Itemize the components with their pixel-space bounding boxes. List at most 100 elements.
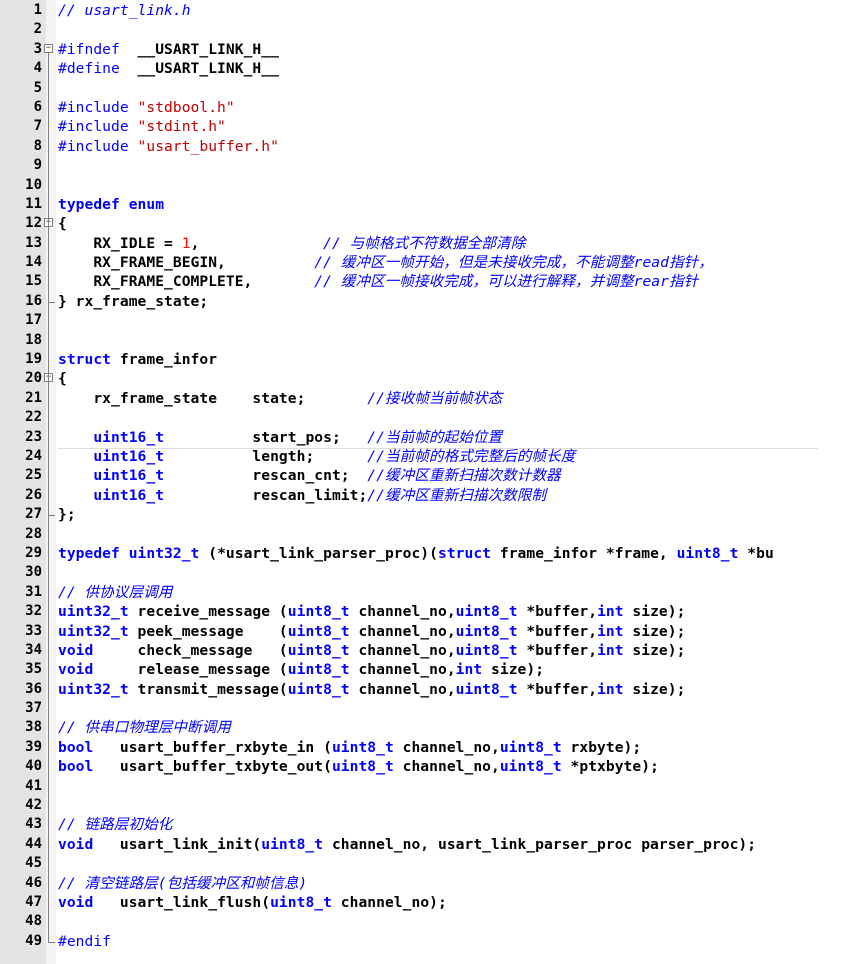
code-token: check_message ( bbox=[93, 641, 288, 659]
code-line[interactable]: 22 bbox=[0, 408, 865, 427]
code-line[interactable]: 28 bbox=[0, 525, 865, 544]
code-token: void bbox=[58, 641, 94, 659]
code-token: channel_no, bbox=[349, 603, 456, 621]
fold-end-marker bbox=[48, 505, 55, 517]
code-line[interactable]: 40 bool usart_buffer_txbyte_out(uint8_t c… bbox=[0, 757, 865, 776]
code-line[interactable]: 31 // 供协议层调用 bbox=[0, 583, 865, 602]
code-token: }; bbox=[58, 506, 76, 524]
code-line[interactable]: 15 RX_FRAME_COMPLETE, // 缓冲区一帧接收完成，可以进行解… bbox=[0, 272, 865, 291]
code-line[interactable]: 34 void check_message (uint8_t channel_no… bbox=[0, 641, 865, 660]
code-line[interactable]: 7 #include "stdint.h" bbox=[0, 117, 865, 136]
line-number: 45 bbox=[25, 855, 42, 872]
code-token: uint8_t bbox=[455, 622, 518, 640]
code-line[interactable]: 30 bbox=[0, 563, 865, 582]
code-line[interactable]: 8 #include "usart_buffer.h" bbox=[0, 137, 865, 156]
code-line[interactable]: 38 // 供串口物理层中断调用 bbox=[0, 718, 865, 737]
code-line[interactable]: 37 bbox=[0, 699, 865, 718]
code-line[interactable]: 19 struct frame_infor bbox=[0, 350, 865, 369]
code-token: rescan_limit; bbox=[164, 486, 368, 504]
code-line[interactable]: 33 uint32_t peek_message (uint8_t channel… bbox=[0, 622, 865, 641]
code-token: size); bbox=[623, 622, 686, 640]
code-line[interactable]: 6 #include "stdbool.h" bbox=[0, 98, 865, 117]
code-text: uint16_t length; //当前帧的格式完整后的帧长度 bbox=[58, 447, 575, 466]
code-line[interactable]: 32 uint32_t receive_message (uint8_t chan… bbox=[0, 602, 865, 621]
code-token: RX_IDLE = bbox=[58, 234, 182, 252]
line-number: 24 bbox=[25, 447, 42, 464]
code-line[interactable]: 20−{ bbox=[0, 369, 865, 388]
code-token: RX_FRAME_BEGIN, bbox=[58, 254, 315, 272]
code-token: #include bbox=[58, 118, 138, 136]
code-line[interactable]: 11 typedef enum bbox=[0, 195, 865, 214]
code-line[interactable]: 43 // 链路层初始化 bbox=[0, 815, 865, 834]
code-line[interactable]: 49 #endif bbox=[0, 931, 865, 951]
line-number: 9 bbox=[33, 157, 42, 174]
line-number: 16 bbox=[25, 292, 42, 309]
code-text: bool usart_buffer_rxbyte_in (uint8_t cha… bbox=[58, 738, 641, 757]
fold-toggle-icon[interactable]: − bbox=[44, 43, 53, 53]
code-token: *buffer, bbox=[517, 603, 598, 621]
code-line[interactable]: 45 bbox=[0, 854, 865, 873]
code-line[interactable]: 26 uint16_t rescan_limit;//缓冲区重新扫描次数限制 bbox=[0, 486, 865, 505]
line-number: 38 bbox=[25, 719, 42, 736]
code-line[interactable]: 23 uint16_t start_pos; //当前帧的起始位置 bbox=[0, 428, 865, 447]
code-token: int bbox=[597, 641, 624, 659]
code-line[interactable]: 41 bbox=[0, 777, 865, 796]
code-text: // 清空链路层(包括缓冲区和帧信息) bbox=[58, 874, 307, 893]
line-number: 48 bbox=[25, 913, 42, 930]
code-token: uint32_t bbox=[58, 622, 129, 640]
code-text: uint32_t transmit_message(uint8_t channe… bbox=[58, 680, 685, 699]
code-line[interactable]: 25 uint16_t rescan_cnt; //缓冲区重新扫描次数计数器 bbox=[0, 466, 865, 485]
code-line[interactable]: 17 bbox=[0, 311, 865, 330]
line-number: 12 bbox=[25, 215, 42, 232]
code-comment: //接收帧当前帧状态 bbox=[367, 389, 503, 407]
code-line[interactable]: 48 bbox=[0, 912, 865, 931]
code-token: peek_message ( bbox=[128, 622, 288, 640]
code-token: void bbox=[58, 661, 94, 679]
code-line[interactable]: 3− #ifndef __USART_LINK_H__ bbox=[0, 40, 865, 59]
code-line[interactable]: 4 #define __USART_LINK_H__ bbox=[0, 59, 865, 78]
code-token: usart_link_init( bbox=[93, 835, 262, 853]
code-area[interactable]: 1// usart_link.h 2 3− #ifndef __USART_LINK_… bbox=[0, 1, 865, 951]
code-line[interactable]: 24 uint16_t length; //当前帧的格式完整后的帧长度 bbox=[0, 447, 865, 466]
code-text: void check_message (uint8_t channel_no,u… bbox=[58, 641, 685, 660]
code-token: channel_no); bbox=[331, 893, 447, 911]
code-line[interactable]: 47 void usart_link_flush(uint8_t channel_… bbox=[0, 893, 865, 912]
code-line[interactable]: 9 bbox=[0, 156, 865, 175]
code-line[interactable]: 14 RX_FRAME_BEGIN, // 缓冲区一帧开始，但是未接收完成，不能… bbox=[0, 253, 865, 272]
code-token: #include bbox=[58, 98, 138, 116]
code-comment: // 供协议层调用 bbox=[58, 583, 173, 601]
code-line[interactable]: 36 uint32_t transmit_message(uint8_t chan… bbox=[0, 680, 865, 699]
code-token: frame_infor *frame, bbox=[491, 544, 677, 562]
code-line[interactable]: 35 void release_message (uint8_t channel_… bbox=[0, 660, 865, 679]
code-line[interactable]: 21 rx_frame_state state; //接收帧当前帧状态 bbox=[0, 389, 865, 408]
code-token: } rx_frame_state; bbox=[58, 292, 209, 310]
code-line[interactable]: 2 bbox=[0, 20, 865, 39]
code-line[interactable]: 13 RX_IDLE = 1, // 与帧格式不符数据全部清除 bbox=[0, 234, 865, 253]
code-token: uint8_t bbox=[287, 680, 350, 698]
code-line[interactable]: 16 } rx_frame_state; bbox=[0, 291, 865, 311]
code-line[interactable]: 44 void usart_link_init(uint8_t channel_n… bbox=[0, 835, 865, 854]
code-token: uint16_t bbox=[93, 486, 165, 504]
code-token: uint8_t bbox=[331, 738, 394, 756]
code-line[interactable]: 27}; bbox=[0, 505, 865, 524]
code-line[interactable]: 42 bbox=[0, 796, 865, 815]
code-text: { bbox=[58, 369, 67, 388]
code-editor[interactable]: 1// usart_link.h 2 3− #ifndef __USART_LINK_… bbox=[0, 0, 865, 964]
code-line[interactable]: 46 // 清空链路层(包括缓冲区和帧信息) bbox=[0, 874, 865, 893]
code-line[interactable]: 5 bbox=[0, 79, 865, 98]
code-text: #include "stdint.h" bbox=[58, 117, 226, 136]
code-line[interactable]: 1 // usart_link.h bbox=[0, 1, 865, 20]
code-line[interactable]: 29 typedef uint32_t (*usart_link_parser_p… bbox=[0, 544, 865, 563]
code-line[interactable]: 12−{ bbox=[0, 214, 865, 233]
code-text: #include "usart_buffer.h" bbox=[58, 137, 279, 156]
code-text: uint16_t rescan_limit;//缓冲区重新扫描次数限制 bbox=[58, 486, 546, 505]
code-line[interactable]: 18 bbox=[0, 331, 865, 350]
code-comment: // 链路层初始化 bbox=[58, 816, 173, 834]
code-token: release_message ( bbox=[93, 661, 288, 679]
code-line[interactable]: 39 bool usart_buffer_rxbyte_in (uint8_t c… bbox=[0, 738, 865, 757]
line-number: 6 bbox=[33, 98, 42, 115]
line-number: 21 bbox=[25, 389, 42, 406]
line-number: 30 bbox=[25, 564, 42, 581]
code-line[interactable]: 10 bbox=[0, 176, 865, 195]
